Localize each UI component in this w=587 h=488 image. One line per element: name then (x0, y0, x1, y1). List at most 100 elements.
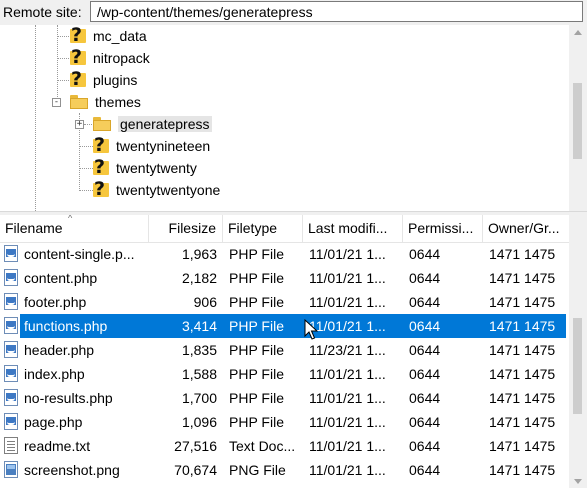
file-permissions: 0644 (409, 270, 441, 286)
file-modified: 11/01/21 1... (309, 462, 386, 478)
file-permissions: 0644 (409, 342, 441, 358)
file-owner: 1471 1475 (489, 438, 556, 454)
file-permissions: 0644 (409, 246, 441, 262)
file-size: 1,700 (181, 390, 217, 406)
file-row[interactable]: content.php 2,182 PHP File 11/01/21 1...… (0, 266, 569, 290)
file-type: PNG File (229, 462, 286, 478)
tree-item-plugins[interactable]: ? plugins (69, 68, 138, 91)
column-filetype[interactable]: Filetype (223, 215, 303, 242)
file-row[interactable]: page.php 1,096 PHP File 11/01/21 1... 06… (0, 410, 569, 434)
tree-item-label: nitropack (93, 50, 150, 66)
file-row[interactable]: no-results.php 1,700 PHP File 11/01/21 1… (0, 386, 569, 410)
file-list-scrollbar[interactable] (569, 215, 587, 488)
column-permissions[interactable]: Permissi... (403, 215, 483, 242)
scrollbar-thumb[interactable] (573, 318, 582, 414)
file-type: PHP File (229, 414, 284, 430)
file-modified: 11/01/21 1... (309, 294, 386, 310)
remote-site-label: Remote site: (3, 4, 82, 20)
file-modified: 11/01/21 1... (309, 318, 386, 334)
unknown-folder-icon: ? (92, 178, 110, 200)
tree-item-label: twentytwenty (116, 160, 197, 176)
tree-item-twentynineteen[interactable]: ? twentynineteen (92, 134, 211, 157)
tree-item-twentytwenty[interactable]: ? twentytwenty (92, 156, 197, 179)
file-row[interactable]: footer.php 906 PHP File 11/01/21 1... 06… (0, 290, 569, 314)
tree-item-label: plugins (93, 72, 138, 88)
png-file-icon (4, 461, 19, 478)
file-size: 70,674 (174, 462, 217, 478)
file-owner: 1471 1475 (489, 246, 556, 262)
scroll-up-arrow-icon[interactable] (574, 30, 582, 35)
php-file-icon (4, 413, 19, 430)
php-file-icon (4, 245, 19, 262)
file-permissions: 0644 (409, 366, 441, 382)
file-row[interactable]: readme.txt 27,516 Text Doc... 11/01/21 1… (0, 434, 569, 458)
file-size: 1,588 (181, 366, 217, 382)
file-owner: 1471 1475 (489, 270, 556, 286)
file-size: 2,182 (181, 270, 217, 286)
unknown-folder-icon: ? (69, 46, 87, 68)
tree-item-twentytwentyone[interactable]: ? twentytwentyone (92, 178, 221, 201)
scroll-down-arrow-icon[interactable] (574, 479, 582, 484)
column-filename[interactable]: ^ Filename (0, 215, 149, 242)
file-row[interactable]: screenshot.png 70,674 PNG File 11/01/21 … (0, 458, 569, 482)
file-permissions: 0644 (409, 294, 441, 310)
file-modified: 11/23/21 1... (309, 342, 386, 358)
file-modified: 11/01/21 1... (309, 438, 386, 454)
file-type: PHP File (229, 318, 284, 334)
php-file-icon (4, 293, 19, 310)
column-last-modified[interactable]: Last modifi... (303, 215, 403, 242)
file-permissions: 0644 (409, 462, 441, 478)
file-size: 906 (193, 294, 217, 310)
tree-item-label: twentytwentyone (116, 182, 221, 198)
file-modified: 11/01/21 1... (309, 270, 386, 286)
column-filesize[interactable]: Filesize (149, 215, 223, 242)
file-modified: 11/01/21 1... (309, 390, 386, 406)
remote-path-input[interactable] (90, 1, 583, 22)
file-modified: 11/01/21 1... (309, 414, 386, 430)
file-name: screenshot.png (24, 462, 120, 478)
file-type: PHP File (229, 246, 284, 262)
file-permissions: 0644 (409, 438, 441, 454)
tree-item-generatepress[interactable]: generatepress (92, 113, 212, 135)
column-owner-group[interactable]: Owner/Gr... (483, 215, 569, 242)
unknown-folder-icon: ? (69, 68, 87, 90)
scrollbar-thumb[interactable] (573, 83, 582, 159)
folder-icon (69, 94, 89, 110)
file-type: PHP File (229, 390, 284, 406)
tree-item-nitropack[interactable]: ? nitropack (69, 46, 150, 69)
file-list-header: ^ Filename Filesize Filetype Last modifi… (0, 215, 569, 243)
folder-icon (92, 116, 112, 132)
tree-item-label: twentynineteen (116, 138, 211, 154)
text-file-icon (4, 437, 19, 454)
file-size: 1,096 (181, 414, 217, 430)
file-name: content.php (24, 270, 98, 286)
tree-item-label: themes (95, 94, 141, 110)
file-type: PHP File (229, 294, 284, 310)
file-type: PHP File (229, 270, 284, 286)
file-owner: 1471 1475 (489, 366, 556, 382)
collapse-toggle-icon[interactable]: - (52, 98, 61, 107)
php-file-icon (4, 389, 19, 406)
tree-item-label: generatepress (118, 116, 212, 132)
file-row[interactable]: content-single.p... 1,963 PHP File 11/01… (0, 242, 569, 266)
file-name: no-results.php (24, 390, 113, 406)
unknown-folder-icon: ? (92, 156, 110, 178)
file-size: 3,414 (181, 318, 217, 334)
file-row-selected[interactable]: functions.php 3,414 PHP File 11/01/21 1.… (0, 314, 569, 338)
file-list: content-single.p... 1,963 PHP File 11/01… (0, 242, 569, 488)
php-file-icon (4, 365, 19, 382)
file-permissions: 0644 (409, 390, 441, 406)
tree-item-mc-data[interactable]: ? mc_data (69, 25, 147, 47)
file-permissions: 0644 (409, 318, 441, 334)
expand-toggle-icon[interactable]: + (75, 120, 84, 129)
tree-scrollbar[interactable] (569, 25, 587, 211)
tree-item-label: mc_data (93, 28, 147, 44)
file-name: functions.php (24, 318, 108, 334)
tree-item-themes[interactable]: themes (69, 91, 141, 113)
php-file-icon (4, 341, 19, 358)
file-name: content-single.p... (24, 246, 135, 262)
file-row[interactable]: index.php 1,588 PHP File 11/01/21 1... 0… (0, 362, 569, 386)
unknown-folder-icon: ? (69, 25, 87, 46)
file-name: index.php (24, 366, 85, 382)
file-row[interactable]: header.php 1,835 PHP File 11/23/21 1... … (0, 338, 569, 362)
